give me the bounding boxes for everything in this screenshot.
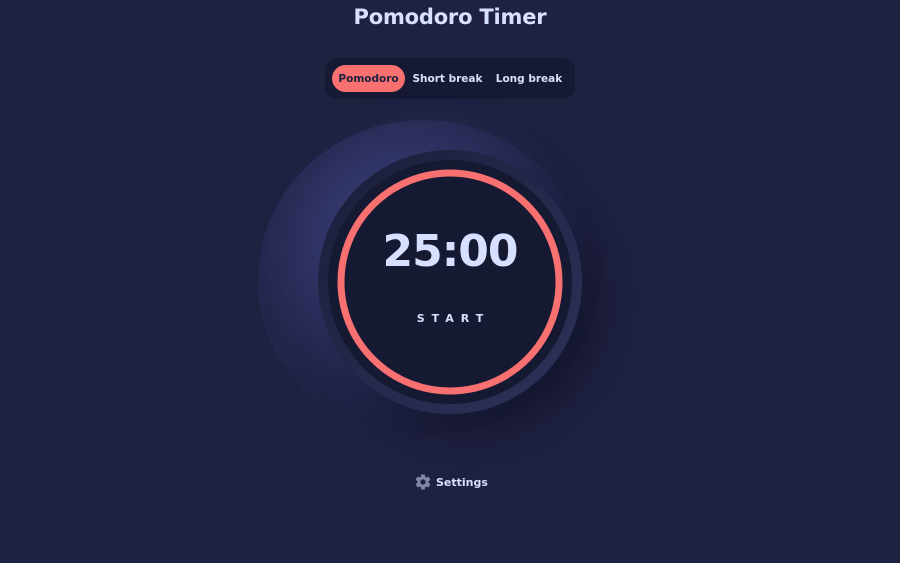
- timer-display: 25:00: [382, 226, 518, 277]
- tab-pomodoro[interactable]: Pomodoro: [332, 65, 405, 92]
- timer-progress-ring: [337, 169, 563, 395]
- settings-button[interactable]: Settings: [414, 471, 488, 493]
- timer-progress-arc: [337, 169, 563, 395]
- mode-switch: Pomodoro Short break Long break: [325, 58, 575, 99]
- settings-label: Settings: [436, 475, 488, 489]
- gear-icon: [415, 474, 431, 490]
- page-title: Pomodoro Timer: [353, 5, 547, 29]
- tab-long-break[interactable]: Long break: [490, 65, 568, 92]
- start-button[interactable]: START: [328, 312, 572, 325]
- tab-short-break[interactable]: Short break: [405, 65, 490, 92]
